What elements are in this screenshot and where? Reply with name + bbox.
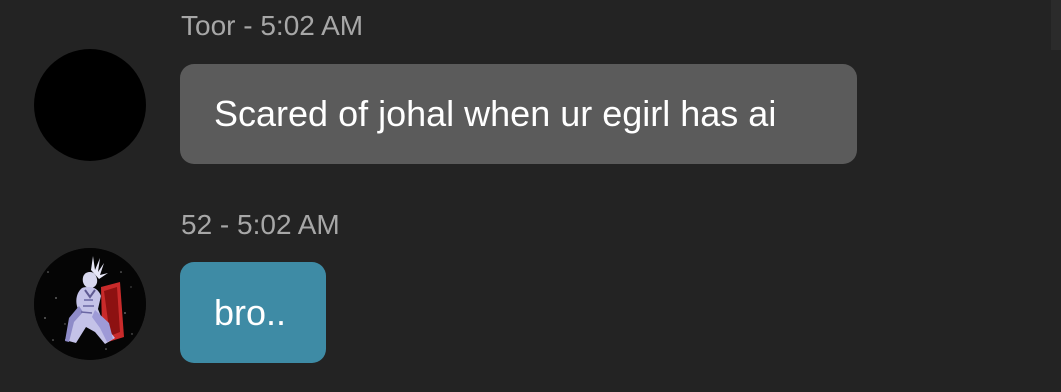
scrollbar[interactable] — [1051, 0, 1061, 50]
message-header: 52 - 5:02 AM — [181, 209, 340, 240]
message-item: 52 - 5:02 AM bro.. — [0, 200, 1040, 380]
avatar[interactable] — [34, 49, 146, 161]
message-text: bro.. — [214, 292, 287, 333]
avatar[interactable] — [34, 248, 146, 360]
message-header: Toor - 5:02 AM — [181, 10, 364, 41]
message-text: Scared of johal when ur egirl has ai — [214, 93, 777, 134]
seated-figure-avatar-icon — [34, 248, 146, 360]
message-bubble[interactable]: Scared of johal when ur egirl has ai — [180, 64, 857, 164]
message-bubble[interactable]: bro.. — [180, 262, 326, 363]
chat-transcript: Toor - 5:02 AM Scared of johal when ur e… — [0, 0, 1061, 392]
message-item: Toor - 5:02 AM Scared of johal when ur e… — [0, 0, 1040, 185]
